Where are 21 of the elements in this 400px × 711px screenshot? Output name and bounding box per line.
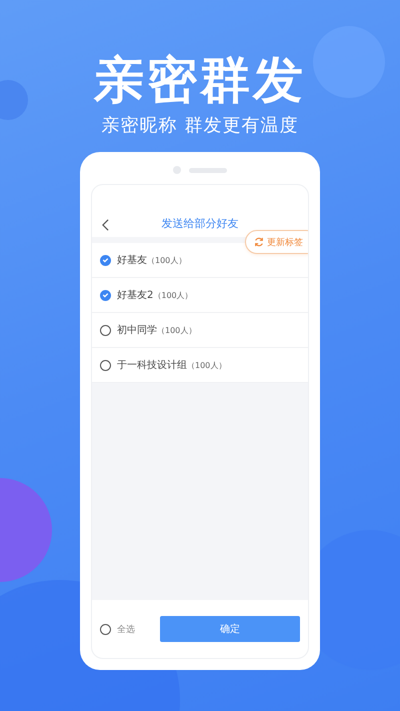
group-name: 于一科技设计组 — [117, 358, 187, 372]
checkbox[interactable] — [100, 360, 111, 370]
confirm-button[interactable]: 确定 — [160, 616, 300, 642]
member-count: （100人） — [187, 360, 226, 370]
select-all-checkbox[interactable] — [100, 624, 111, 634]
member-count: （100人） — [153, 290, 193, 300]
member-count: （100人） — [157, 324, 196, 336]
group-name: 初中同学 — [117, 324, 157, 337]
group-name: 好基友2 — [117, 288, 154, 302]
refresh-icon — [254, 237, 264, 247]
update-tags-button[interactable]: 更新标签 — [245, 230, 308, 254]
group-name: 好基友 — [117, 254, 147, 267]
screen-title: 发送给部分好友 — [160, 216, 240, 231]
member-count: （100人） — [147, 254, 186, 266]
tagline: 亲密昵称 群发更有温度 — [100, 114, 300, 138]
checkbox[interactable] — [100, 254, 111, 266]
checkbox[interactable] — [100, 324, 111, 336]
back-icon[interactable] — [102, 219, 109, 231]
checkbox[interactable] — [100, 290, 111, 300]
select-all-label: 全选 — [117, 624, 135, 636]
headline: 亲密群发 — [94, 52, 306, 108]
